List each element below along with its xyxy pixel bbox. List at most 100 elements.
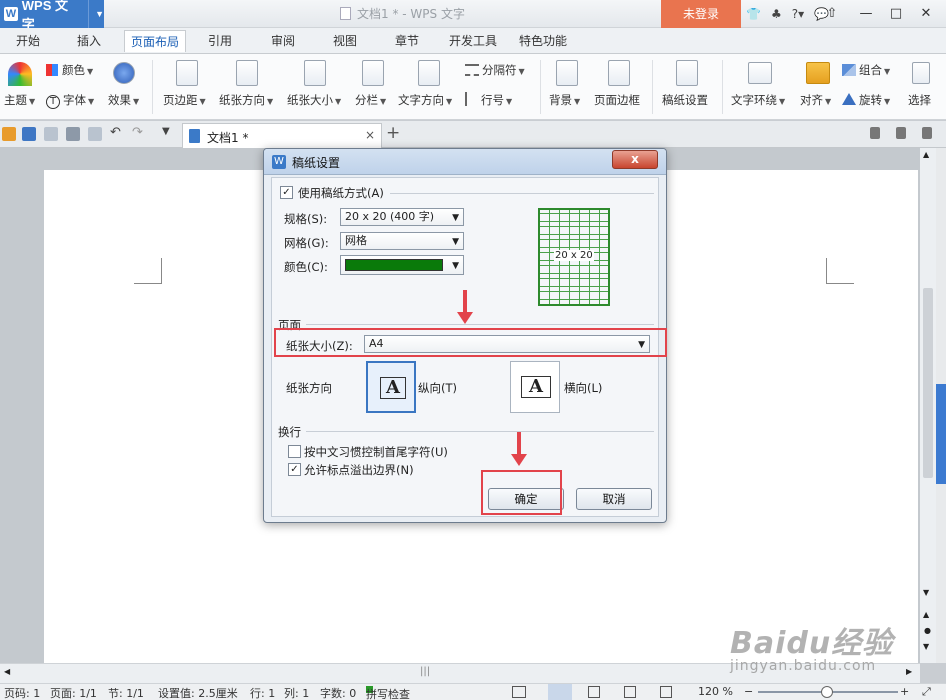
right-task-pane-toggle[interactable]: [936, 148, 946, 663]
scroll-left-icon[interactable]: ◀: [4, 667, 10, 676]
tab-home[interactable]: 开始: [16, 32, 40, 49]
redo-icon[interactable]: ↷: [132, 125, 143, 140]
next-page-icon[interactable]: ▼: [923, 642, 929, 651]
font-button[interactable]: T 字体 ▼: [46, 92, 94, 109]
skin-icon[interactable]: 👕: [746, 7, 761, 21]
zoom-in-button[interactable]: +: [900, 685, 909, 698]
portrait-option[interactable]: A: [366, 361, 416, 413]
theme-button[interactable]: 主题 ▼: [4, 92, 35, 108]
draft-paper-icon[interactable]: [676, 60, 698, 86]
page-view-icon[interactable]: [548, 684, 572, 700]
background-button[interactable]: 背景 ▼: [549, 92, 580, 108]
align-icon[interactable]: [806, 62, 830, 84]
paper-size-icon[interactable]: [304, 60, 326, 86]
select-icon[interactable]: [912, 62, 930, 84]
help-icon[interactable]: ?▾: [792, 7, 804, 21]
zoom-out-button[interactable]: −: [744, 685, 753, 698]
margins-button[interactable]: 页边距 ▼: [163, 92, 206, 108]
paper-size-button[interactable]: 纸张大小 ▼: [287, 92, 341, 108]
orientation-button[interactable]: 纸张方向 ▼: [219, 92, 273, 108]
status-section[interactable]: 节: 1/1: [108, 685, 144, 700]
full-screen-icon[interactable]: [512, 686, 526, 698]
login-button[interactable]: 未登录: [661, 0, 741, 28]
vertical-scrollbar[interactable]: ▲ ▼ ▲ ● ▼: [920, 148, 936, 663]
prev-page-icon[interactable]: ▲: [923, 610, 929, 619]
tab-page-layout[interactable]: 页面布局: [124, 30, 187, 52]
gift-icon[interactable]: ♣: [771, 7, 782, 21]
zoom-level[interactable]: 120 %: [698, 685, 733, 698]
outline-view-icon[interactable]: [588, 686, 600, 698]
effect-button[interactable]: 效果 ▼: [108, 92, 139, 108]
dialog-title-bar[interactable]: W 稿纸设置 x: [264, 149, 666, 175]
status-pages[interactable]: 页面: 1/1: [50, 685, 97, 700]
text-direction-icon[interactable]: [418, 60, 440, 86]
upload-icon[interactable]: ⇧: [818, 0, 846, 28]
tab-view[interactable]: 视图: [333, 32, 357, 49]
page-border-button[interactable]: 页面边框: [594, 92, 640, 108]
read-mode-icon[interactable]: [660, 686, 672, 698]
scroll-down-icon[interactable]: ▼: [923, 588, 929, 597]
chinese-rules-checkbox[interactable]: [288, 445, 301, 458]
print-icon[interactable]: [66, 127, 80, 141]
effect-icon[interactable]: [113, 62, 135, 84]
scroll-right-icon[interactable]: ▶: [906, 667, 912, 676]
draft-paper-button[interactable]: 稿纸设置: [662, 92, 708, 108]
new-tab-button[interactable]: +: [386, 123, 400, 143]
scroll-up-icon[interactable]: ▲: [923, 150, 929, 159]
chevron-down-icon[interactable]: ▼: [88, 0, 104, 28]
minimize-button[interactable]: —: [852, 0, 880, 28]
orientation-icon[interactable]: [236, 60, 258, 86]
margins-icon[interactable]: [176, 60, 198, 86]
status-row[interactable]: 行: 1: [250, 685, 275, 700]
open-icon[interactable]: [2, 127, 16, 141]
tab-references[interactable]: 引用: [208, 32, 232, 49]
align-button[interactable]: 对齐 ▼: [800, 92, 831, 108]
status-words[interactable]: 字数: 0: [320, 685, 356, 700]
punct-overflow-checkbox[interactable]: ✓: [288, 463, 301, 476]
browse-object-icon[interactable]: ●: [924, 626, 931, 635]
task-pane-expand-icon[interactable]: [936, 384, 946, 484]
color-button[interactable]: 颜色 ▼: [46, 62, 93, 78]
text-wrap-icon[interactable]: [748, 62, 772, 84]
status-setting[interactable]: 设置值: 2.5厘米: [158, 685, 238, 700]
doc-action-icon-1[interactable]: [870, 127, 880, 139]
tab-chapter[interactable]: 章节: [395, 32, 419, 49]
customize-chevron-icon[interactable]: ▼: [162, 126, 170, 137]
use-draft-checkbox[interactable]: ✓: [280, 186, 293, 199]
tab-developer[interactable]: 开发工具: [449, 32, 497, 49]
scroll-grip-icon[interactable]: |||: [420, 666, 430, 677]
landscape-label[interactable]: 横向(L): [564, 380, 602, 396]
zoom-slider-handle[interactable]: [821, 686, 833, 698]
maximize-button[interactable]: □: [882, 0, 910, 28]
doc-action-icon-3[interactable]: [922, 127, 932, 139]
doc-action-icon-2[interactable]: [896, 127, 906, 139]
line-number-button[interactable]: 行号 ▼: [465, 92, 512, 108]
spec-select[interactable]: 20 x 20 (400 字) ▼: [340, 208, 464, 226]
web-view-icon[interactable]: [624, 686, 636, 698]
pdf-icon[interactable]: [44, 127, 58, 141]
close-tab-icon[interactable]: ×: [365, 128, 375, 142]
tab-features[interactable]: 特色功能: [519, 32, 567, 49]
expand-status-icon[interactable]: ⤢: [922, 685, 931, 699]
select-button[interactable]: 选择: [908, 92, 931, 108]
background-icon[interactable]: [556, 60, 578, 86]
status-page-code[interactable]: 页码: 1: [4, 685, 40, 700]
portrait-label[interactable]: 纵向(T): [418, 380, 457, 396]
preview-icon[interactable]: [88, 127, 102, 141]
doc-tab[interactable]: 文档1 * ×: [182, 123, 382, 148]
scrollbar-thumb[interactable]: [923, 288, 933, 478]
landscape-option[interactable]: A: [510, 361, 560, 413]
save-icon[interactable]: [22, 127, 36, 141]
color-select[interactable]: ▼: [340, 255, 464, 275]
text-direction-button[interactable]: 文字方向 ▼: [398, 92, 452, 108]
app-menu-button[interactable]: W WPS 文字 ▼: [0, 0, 104, 32]
columns-button[interactable]: 分栏 ▼: [355, 92, 386, 108]
text-wrap-button[interactable]: 文字环绕 ▼: [731, 92, 785, 108]
tab-review[interactable]: 审阅: [271, 32, 295, 49]
grid-select[interactable]: 网格 ▼: [340, 232, 464, 250]
page-border-icon[interactable]: [608, 60, 630, 86]
dialog-close-button[interactable]: x: [612, 150, 658, 169]
columns-icon[interactable]: [362, 60, 384, 86]
close-window-button[interactable]: ✕: [912, 0, 940, 28]
tab-insert[interactable]: 插入: [77, 32, 101, 49]
